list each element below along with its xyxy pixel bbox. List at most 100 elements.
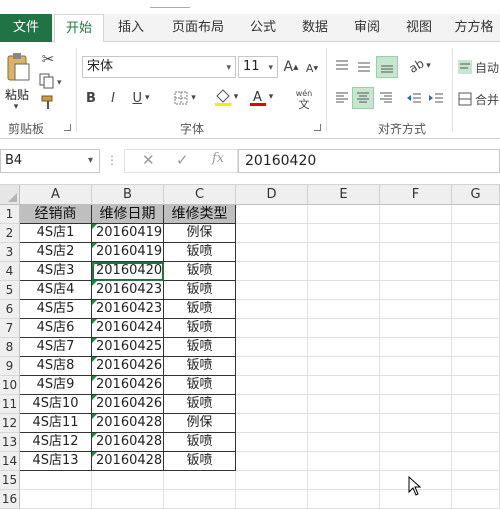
cell-g6[interactable] [452, 300, 500, 319]
cell-g14[interactable] [452, 452, 500, 471]
cell-a15[interactable] [20, 471, 92, 490]
cell-g12[interactable] [452, 414, 500, 433]
cell-b8[interactable]: 20160425 [92, 338, 164, 357]
cell-f8[interactable] [380, 338, 452, 357]
align-right-icon[interactable] [376, 88, 396, 108]
column-header-g[interactable]: G [452, 185, 500, 205]
cell-d2[interactable] [236, 224, 308, 243]
cell-c7[interactable]: 钣喷 [164, 319, 236, 338]
format-painter-icon[interactable] [38, 94, 60, 112]
cell-b12[interactable]: 20160428 [92, 414, 164, 433]
cell-a13[interactable]: 4S店12 [20, 433, 92, 452]
increase-indent-icon[interactable] [426, 88, 446, 108]
cut-icon[interactable]: ✂ [38, 50, 58, 68]
font-name-select[interactable]: 宋体 ▾ [82, 56, 236, 78]
cell-f2[interactable] [380, 224, 452, 243]
cell-f1[interactable] [380, 205, 452, 224]
tab-review[interactable]: 审阅 [344, 14, 390, 42]
column-header-c[interactable]: C [164, 185, 236, 205]
cell-f7[interactable] [380, 319, 452, 338]
cell-a11[interactable]: 4S店10 [20, 395, 92, 414]
cell-b3[interactable]: 20160419 [92, 243, 164, 262]
cell-d1[interactable] [236, 205, 308, 224]
cell-c14[interactable]: 钣喷 [164, 452, 236, 471]
cell-f14[interactable] [380, 452, 452, 471]
column-header-d[interactable]: D [236, 185, 308, 205]
cell-c3[interactable]: 钣喷 [164, 243, 236, 262]
font-size-select[interactable]: 11 ▾ [238, 56, 278, 78]
name-box[interactable]: B4 ▾ [0, 149, 100, 173]
cell-d15[interactable] [236, 471, 308, 490]
cell-f13[interactable] [380, 433, 452, 452]
cell-g3[interactable] [452, 243, 500, 262]
formula-input[interactable]: 20160420 [238, 149, 500, 173]
confirm-icon[interactable]: ✓ [176, 151, 189, 169]
cell-f5[interactable] [380, 281, 452, 300]
paste-dropdown-icon[interactable]: ▾ [8, 102, 24, 112]
cell-d3[interactable] [236, 243, 308, 262]
cell-g7[interactable] [452, 319, 500, 338]
tab-insert[interactable]: 插入 [106, 14, 156, 42]
row-header-10[interactable]: 10 [0, 376, 20, 395]
cell-c2[interactable]: 例保 [164, 224, 236, 243]
cell-d14[interactable] [236, 452, 308, 471]
cell-g5[interactable] [452, 281, 500, 300]
row-header-6[interactable]: 6 [0, 300, 20, 319]
merge-center-button[interactable]: 合并 [458, 88, 500, 110]
cell-c13[interactable]: 钣喷 [164, 433, 236, 452]
cell-a2[interactable]: 4S店1 [20, 224, 92, 243]
cell-b1[interactable]: 维修日期 [92, 205, 164, 224]
clipboard-launcher-icon[interactable] [64, 124, 71, 131]
font-launcher-icon[interactable] [314, 124, 321, 131]
cell-e5[interactable] [308, 281, 380, 300]
row-header-12[interactable]: 12 [0, 414, 20, 433]
cell-b6[interactable]: 20160423 [92, 300, 164, 319]
cell-e3[interactable] [308, 243, 380, 262]
cell-e11[interactable] [308, 395, 380, 414]
paste-label[interactable]: 粘贴 [5, 86, 29, 103]
row-header-4[interactable]: 4 [0, 262, 20, 281]
cell-c10[interactable]: 钣喷 [164, 376, 236, 395]
row-header-5[interactable]: 5 [0, 281, 20, 300]
row-header-3[interactable]: 3 [0, 243, 20, 262]
cell-b4[interactable]: 20160420 [92, 262, 164, 281]
cell-c8[interactable]: 钣喷 [164, 338, 236, 357]
row-header-13[interactable]: 13 [0, 433, 20, 452]
cell-e2[interactable] [308, 224, 380, 243]
align-center-icon[interactable] [352, 87, 374, 109]
row-header-1[interactable]: 1 [0, 205, 20, 224]
cell-c5[interactable]: 钣喷 [164, 281, 236, 300]
cell-a9[interactable]: 4S店8 [20, 357, 92, 376]
cell-a5[interactable]: 4S店4 [20, 281, 92, 300]
tab-home[interactable]: 开始 [54, 14, 104, 43]
italic-icon[interactable]: I [106, 88, 120, 108]
cell-b15[interactable] [92, 471, 164, 490]
cell-f10[interactable] [380, 376, 452, 395]
cell-g4[interactable] [452, 262, 500, 281]
row-header-9[interactable]: 9 [0, 357, 20, 376]
fill-color-button[interactable]: ▾ [210, 86, 242, 108]
cell-e9[interactable] [308, 357, 380, 376]
cell-e14[interactable] [308, 452, 380, 471]
drag-handle-icon[interactable]: ⋮ [106, 153, 118, 167]
row-header-8[interactable]: 8 [0, 338, 20, 357]
cell-c6[interactable]: 钣喷 [164, 300, 236, 319]
cell-e15[interactable] [308, 471, 380, 490]
cell-a3[interactable]: 4S店2 [20, 243, 92, 262]
cell-d13[interactable] [236, 433, 308, 452]
phonetic-button[interactable]: wén 文 [286, 86, 322, 112]
cell-g1[interactable] [452, 205, 500, 224]
cancel-icon[interactable]: ✕ [142, 151, 155, 169]
cell-d6[interactable] [236, 300, 308, 319]
cell-g11[interactable] [452, 395, 500, 414]
tab-page-layout[interactable]: 页面布局 [160, 14, 236, 42]
cell-e12[interactable] [308, 414, 380, 433]
cell-c11[interactable]: 钣喷 [164, 395, 236, 414]
cell-f6[interactable] [380, 300, 452, 319]
cell-a10[interactable]: 4S店9 [20, 376, 92, 395]
align-top-icon[interactable] [332, 56, 352, 76]
underline-button[interactable]: U ▾ [126, 88, 156, 108]
column-header-b[interactable]: B [92, 185, 164, 205]
cell-f12[interactable] [380, 414, 452, 433]
decrease-font-icon[interactable]: A ▼ [304, 59, 320, 77]
